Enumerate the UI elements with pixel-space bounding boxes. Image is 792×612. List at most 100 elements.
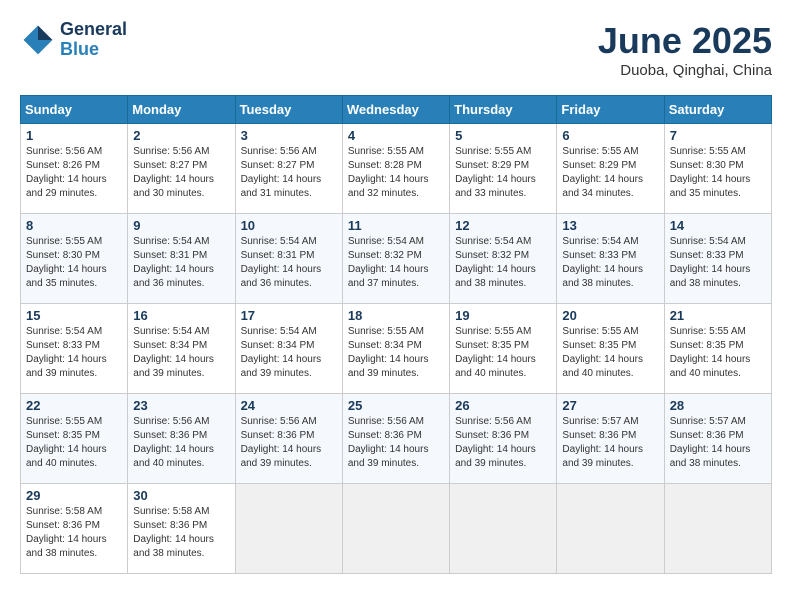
cell-info: Sunrise: 5:58 AM Sunset: 8:36 PM Dayligh… xyxy=(133,505,229,561)
calendar-cell: 24 Sunrise: 5:56 AM Sunset: 8:36 PM Dayl… xyxy=(235,394,342,484)
calendar-cell: 9 Sunrise: 5:54 AM Sunset: 8:31 PM Dayli… xyxy=(128,214,235,304)
day-number: 26 xyxy=(455,398,551,413)
day-number: 6 xyxy=(562,128,658,143)
day-number: 17 xyxy=(241,308,337,323)
calendar-cell: 28 Sunrise: 5:57 AM Sunset: 8:36 PM Dayl… xyxy=(664,394,771,484)
day-number: 10 xyxy=(241,218,337,233)
cell-info: Sunrise: 5:56 AM Sunset: 8:27 PM Dayligh… xyxy=(133,145,229,201)
calendar-cell: 3 Sunrise: 5:56 AM Sunset: 8:27 PM Dayli… xyxy=(235,124,342,214)
cell-info: Sunrise: 5:55 AM Sunset: 8:29 PM Dayligh… xyxy=(455,145,551,201)
calendar-cell: 1 Sunrise: 5:56 AM Sunset: 8:26 PM Dayli… xyxy=(21,124,128,214)
weekday-header-wednesday: Wednesday xyxy=(342,96,449,124)
cell-info: Sunrise: 5:54 AM Sunset: 8:33 PM Dayligh… xyxy=(562,235,658,291)
weekday-header-saturday: Saturday xyxy=(664,96,771,124)
calendar-week-2: 8 Sunrise: 5:55 AM Sunset: 8:30 PM Dayli… xyxy=(21,214,772,304)
calendar-cell: 23 Sunrise: 5:56 AM Sunset: 8:36 PM Dayl… xyxy=(128,394,235,484)
cell-info: Sunrise: 5:54 AM Sunset: 8:33 PM Dayligh… xyxy=(26,325,122,381)
day-number: 3 xyxy=(241,128,337,143)
day-number: 4 xyxy=(348,128,444,143)
cell-info: Sunrise: 5:56 AM Sunset: 8:36 PM Dayligh… xyxy=(133,415,229,471)
day-number: 9 xyxy=(133,218,229,233)
day-number: 30 xyxy=(133,488,229,503)
cell-info: Sunrise: 5:55 AM Sunset: 8:35 PM Dayligh… xyxy=(26,415,122,471)
cell-info: Sunrise: 5:57 AM Sunset: 8:36 PM Dayligh… xyxy=(670,415,766,471)
calendar-week-1: 1 Sunrise: 5:56 AM Sunset: 8:26 PM Dayli… xyxy=(21,124,772,214)
calendar-cell: 11 Sunrise: 5:54 AM Sunset: 8:32 PM Dayl… xyxy=(342,214,449,304)
weekday-header-sunday: Sunday xyxy=(21,96,128,124)
day-number: 8 xyxy=(26,218,122,233)
calendar-cell: 7 Sunrise: 5:55 AM Sunset: 8:30 PM Dayli… xyxy=(664,124,771,214)
calendar-cell: 14 Sunrise: 5:54 AM Sunset: 8:33 PM Dayl… xyxy=(664,214,771,304)
day-number: 19 xyxy=(455,308,551,323)
calendar-cell: 2 Sunrise: 5:56 AM Sunset: 8:27 PM Dayli… xyxy=(128,124,235,214)
day-number: 11 xyxy=(348,218,444,233)
calendar-cell: 17 Sunrise: 5:54 AM Sunset: 8:34 PM Dayl… xyxy=(235,304,342,394)
cell-info: Sunrise: 5:56 AM Sunset: 8:36 PM Dayligh… xyxy=(455,415,551,471)
calendar-cell: 8 Sunrise: 5:55 AM Sunset: 8:30 PM Dayli… xyxy=(21,214,128,304)
logo: General Blue xyxy=(20,20,127,60)
cell-info: Sunrise: 5:54 AM Sunset: 8:33 PM Dayligh… xyxy=(670,235,766,291)
cell-info: Sunrise: 5:54 AM Sunset: 8:34 PM Dayligh… xyxy=(133,325,229,381)
cell-info: Sunrise: 5:55 AM Sunset: 8:35 PM Dayligh… xyxy=(562,325,658,381)
calendar-cell: 13 Sunrise: 5:54 AM Sunset: 8:33 PM Dayl… xyxy=(557,214,664,304)
day-number: 22 xyxy=(26,398,122,413)
cell-info: Sunrise: 5:54 AM Sunset: 8:31 PM Dayligh… xyxy=(241,235,337,291)
calendar-cell: 25 Sunrise: 5:56 AM Sunset: 8:36 PM Dayl… xyxy=(342,394,449,484)
calendar-cell: 15 Sunrise: 5:54 AM Sunset: 8:33 PM Dayl… xyxy=(21,304,128,394)
calendar-cell: 21 Sunrise: 5:55 AM Sunset: 8:35 PM Dayl… xyxy=(664,304,771,394)
day-number: 28 xyxy=(670,398,766,413)
calendar-week-3: 15 Sunrise: 5:54 AM Sunset: 8:33 PM Dayl… xyxy=(21,304,772,394)
day-number: 14 xyxy=(670,218,766,233)
calendar-cell: 10 Sunrise: 5:54 AM Sunset: 8:31 PM Dayl… xyxy=(235,214,342,304)
weekday-header-tuesday: Tuesday xyxy=(235,96,342,124)
title-block: June 2025 Duoba, Qinghai, China xyxy=(598,20,772,79)
cell-info: Sunrise: 5:55 AM Sunset: 8:30 PM Dayligh… xyxy=(670,145,766,201)
cell-info: Sunrise: 5:55 AM Sunset: 8:35 PM Dayligh… xyxy=(670,325,766,381)
calendar-cell: 5 Sunrise: 5:55 AM Sunset: 8:29 PM Dayli… xyxy=(450,124,557,214)
calendar-cell xyxy=(342,484,449,574)
logo-icon xyxy=(20,22,56,58)
cell-info: Sunrise: 5:54 AM Sunset: 8:31 PM Dayligh… xyxy=(133,235,229,291)
day-number: 24 xyxy=(241,398,337,413)
cell-info: Sunrise: 5:55 AM Sunset: 8:28 PM Dayligh… xyxy=(348,145,444,201)
calendar-cell xyxy=(664,484,771,574)
cell-info: Sunrise: 5:56 AM Sunset: 8:36 PM Dayligh… xyxy=(348,415,444,471)
calendar-cell xyxy=(235,484,342,574)
day-number: 29 xyxy=(26,488,122,503)
calendar-table: SundayMondayTuesdayWednesdayThursdayFrid… xyxy=(20,95,772,574)
day-number: 13 xyxy=(562,218,658,233)
weekday-header-row: SundayMondayTuesdayWednesdayThursdayFrid… xyxy=(21,96,772,124)
cell-info: Sunrise: 5:55 AM Sunset: 8:30 PM Dayligh… xyxy=(26,235,122,291)
calendar-cell: 12 Sunrise: 5:54 AM Sunset: 8:32 PM Dayl… xyxy=(450,214,557,304)
logo-text: General Blue xyxy=(60,20,127,60)
calendar-cell: 19 Sunrise: 5:55 AM Sunset: 8:35 PM Dayl… xyxy=(450,304,557,394)
cell-info: Sunrise: 5:54 AM Sunset: 8:32 PM Dayligh… xyxy=(455,235,551,291)
cell-info: Sunrise: 5:58 AM Sunset: 8:36 PM Dayligh… xyxy=(26,505,122,561)
day-number: 20 xyxy=(562,308,658,323)
calendar-week-4: 22 Sunrise: 5:55 AM Sunset: 8:35 PM Dayl… xyxy=(21,394,772,484)
day-number: 15 xyxy=(26,308,122,323)
calendar-cell: 27 Sunrise: 5:57 AM Sunset: 8:36 PM Dayl… xyxy=(557,394,664,484)
calendar-cell: 4 Sunrise: 5:55 AM Sunset: 8:28 PM Dayli… xyxy=(342,124,449,214)
calendar-cell: 18 Sunrise: 5:55 AM Sunset: 8:34 PM Dayl… xyxy=(342,304,449,394)
calendar-cell xyxy=(450,484,557,574)
day-number: 25 xyxy=(348,398,444,413)
weekday-header-friday: Friday xyxy=(557,96,664,124)
day-number: 1 xyxy=(26,128,122,143)
calendar-cell: 6 Sunrise: 5:55 AM Sunset: 8:29 PM Dayli… xyxy=(557,124,664,214)
day-number: 12 xyxy=(455,218,551,233)
calendar-cell xyxy=(557,484,664,574)
day-number: 2 xyxy=(133,128,229,143)
cell-info: Sunrise: 5:56 AM Sunset: 8:26 PM Dayligh… xyxy=(26,145,122,201)
cell-info: Sunrise: 5:56 AM Sunset: 8:36 PM Dayligh… xyxy=(241,415,337,471)
weekday-header-thursday: Thursday xyxy=(450,96,557,124)
cell-info: Sunrise: 5:54 AM Sunset: 8:34 PM Dayligh… xyxy=(241,325,337,381)
cell-info: Sunrise: 5:55 AM Sunset: 8:29 PM Dayligh… xyxy=(562,145,658,201)
calendar-cell: 26 Sunrise: 5:56 AM Sunset: 8:36 PM Dayl… xyxy=(450,394,557,484)
day-number: 16 xyxy=(133,308,229,323)
cell-info: Sunrise: 5:55 AM Sunset: 8:34 PM Dayligh… xyxy=(348,325,444,381)
day-number: 7 xyxy=(670,128,766,143)
weekday-header-monday: Monday xyxy=(128,96,235,124)
cell-info: Sunrise: 5:57 AM Sunset: 8:36 PM Dayligh… xyxy=(562,415,658,471)
page-header: General Blue June 2025 Duoba, Qinghai, C… xyxy=(20,20,772,79)
